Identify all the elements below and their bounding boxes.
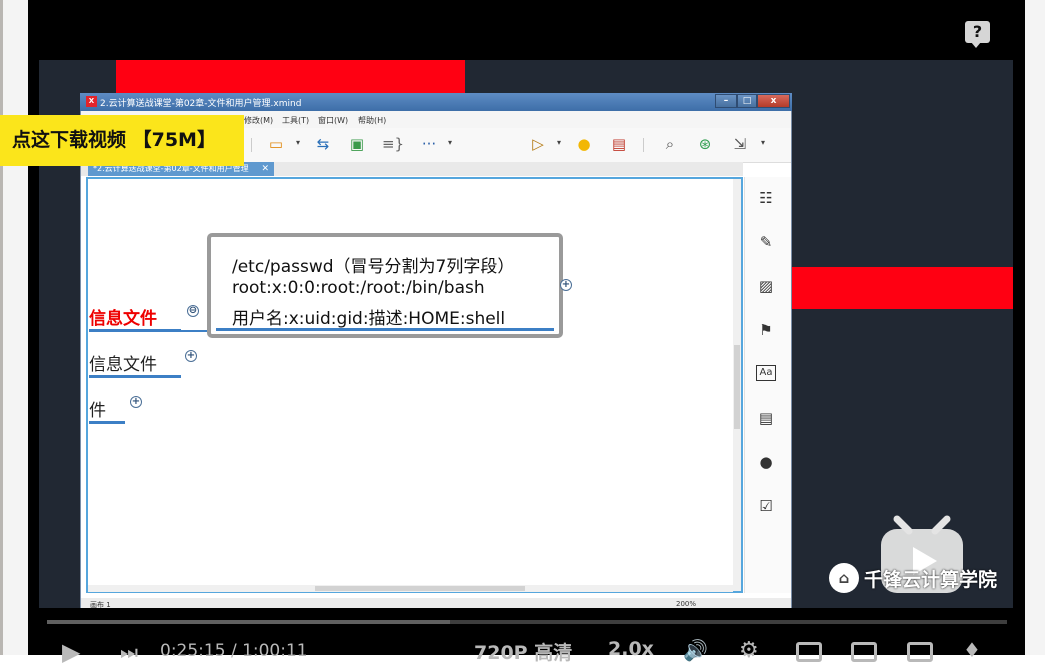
minimize-button[interactable]: –	[715, 94, 737, 108]
share-icon[interactable]: ⊛	[694, 135, 716, 153]
player-more-icon[interactable]: ♦	[963, 638, 981, 662]
watermark-text: 千锋云计算学院	[864, 569, 998, 591]
callout-line-1: /etc/passwd（冒号分割为7列字段）	[232, 257, 515, 277]
playback-time: 0:25:15 / 1:00:11	[160, 641, 308, 661]
notes-icon[interactable]: ▤	[756, 409, 776, 427]
menu-modify[interactable]: 修改(M)	[244, 115, 273, 126]
speed-selector[interactable]: 2.0x	[608, 638, 654, 660]
fullscreen-icon[interactable]	[907, 642, 933, 662]
toolbar-separator	[643, 138, 644, 152]
format-brush-icon[interactable]: ✎	[756, 233, 776, 251]
presentation-dropdown-caret[interactable]: ▾	[557, 138, 561, 147]
topic-dropdown-caret[interactable]: ▾	[296, 138, 300, 147]
progress-bar-fill	[47, 620, 451, 624]
export-dropdown-caret[interactable]: ▾	[761, 138, 765, 147]
image-icon[interactable]: ▨	[756, 277, 776, 295]
sheet-tab[interactable]: 画布 1	[90, 600, 111, 610]
topic-underline	[89, 421, 125, 424]
gantt-icon[interactable]: ▤	[608, 135, 630, 153]
topic-underline	[89, 375, 181, 378]
more-icon[interactable]: ···	[416, 135, 442, 153]
pip-icon[interactable]	[796, 642, 822, 662]
toolbar-separator	[251, 138, 252, 152]
callout-line-2: root:x:0:0:root:/root:/bin/bash	[232, 278, 485, 298]
expand-icon[interactable]: +	[130, 396, 142, 408]
search-icon[interactable]: ⌕	[659, 135, 681, 153]
summary-icon[interactable]: ≡}	[380, 135, 406, 153]
presentation-icon[interactable]: ▷	[527, 135, 549, 153]
play-icon[interactable]: ▶	[62, 638, 80, 666]
topic-group-info-file[interactable]: 信息文件	[89, 350, 157, 375]
expand-icon[interactable]: +	[560, 279, 572, 291]
callout-line-3: 用户名:x:uid:gid:描述:HOME:shell	[232, 309, 506, 329]
font-icon[interactable]: Aa	[756, 365, 776, 381]
menu-tools[interactable]: 工具(T)	[282, 115, 309, 126]
help-icon[interactable]: ?	[965, 21, 990, 48]
settings-icon[interactable]: ⚙	[739, 638, 759, 663]
topic-connector	[181, 330, 209, 332]
tab-close-icon[interactable]: ✕	[261, 162, 269, 176]
export-icon[interactable]: ⇲	[729, 135, 751, 153]
slide-red-bar-right	[789, 267, 1013, 309]
menu-window[interactable]: 窗口(W)	[318, 115, 348, 126]
marker-flag-icon[interactable]: ⚑	[756, 321, 776, 339]
topic-file[interactable]: 件	[89, 396, 106, 421]
vertical-scroll-thumb[interactable]	[734, 345, 740, 429]
task-icon[interactable]: ☑	[756, 497, 776, 515]
zoom-level[interactable]: 200%	[676, 600, 696, 608]
horizontal-scroll-thumb[interactable]	[315, 586, 525, 591]
watermark-logo-icon: ⌂	[829, 563, 859, 593]
quality-selector[interactable]: 720P 高清	[474, 638, 572, 665]
more-dropdown-caret[interactable]: ▾	[448, 138, 452, 147]
xmind-logo-icon: X	[86, 96, 97, 107]
topic-user-info-file[interactable]: 信息文件	[89, 304, 157, 329]
callout-underline	[216, 328, 554, 331]
page-right-edge	[1025, 0, 1045, 655]
danmaku-icon[interactable]	[851, 642, 877, 662]
relationship-icon[interactable]: ⇆	[312, 135, 334, 153]
topic-underline	[89, 329, 181, 332]
next-icon[interactable]: ⏭	[120, 640, 138, 664]
expand-icon[interactable]: +	[185, 350, 197, 362]
page-left-edge	[0, 0, 28, 655]
menu-help[interactable]: 帮助(H)	[358, 115, 386, 126]
maximize-button[interactable]: □	[737, 94, 757, 108]
brainstorm-icon[interactable]: ●	[574, 135, 594, 153]
download-video-banner[interactable]: 点这下载视频 【75M】	[0, 115, 244, 166]
topic-tool-icon[interactable]: ▭	[266, 135, 286, 153]
comment-icon[interactable]: ●	[756, 453, 776, 471]
window-title: 2.云计算送战课堂-第02章-文件和用户管理.xmind	[100, 99, 302, 109]
close-button[interactable]: x	[757, 94, 790, 108]
volume-icon[interactable]: 🔊	[683, 638, 708, 662]
collapse-icon[interactable]: ⊖	[187, 305, 199, 317]
boundary-icon[interactable]: ▣	[346, 135, 368, 153]
page-left-strip	[0, 0, 3, 655]
outline-icon[interactable]: ☷	[756, 189, 776, 207]
